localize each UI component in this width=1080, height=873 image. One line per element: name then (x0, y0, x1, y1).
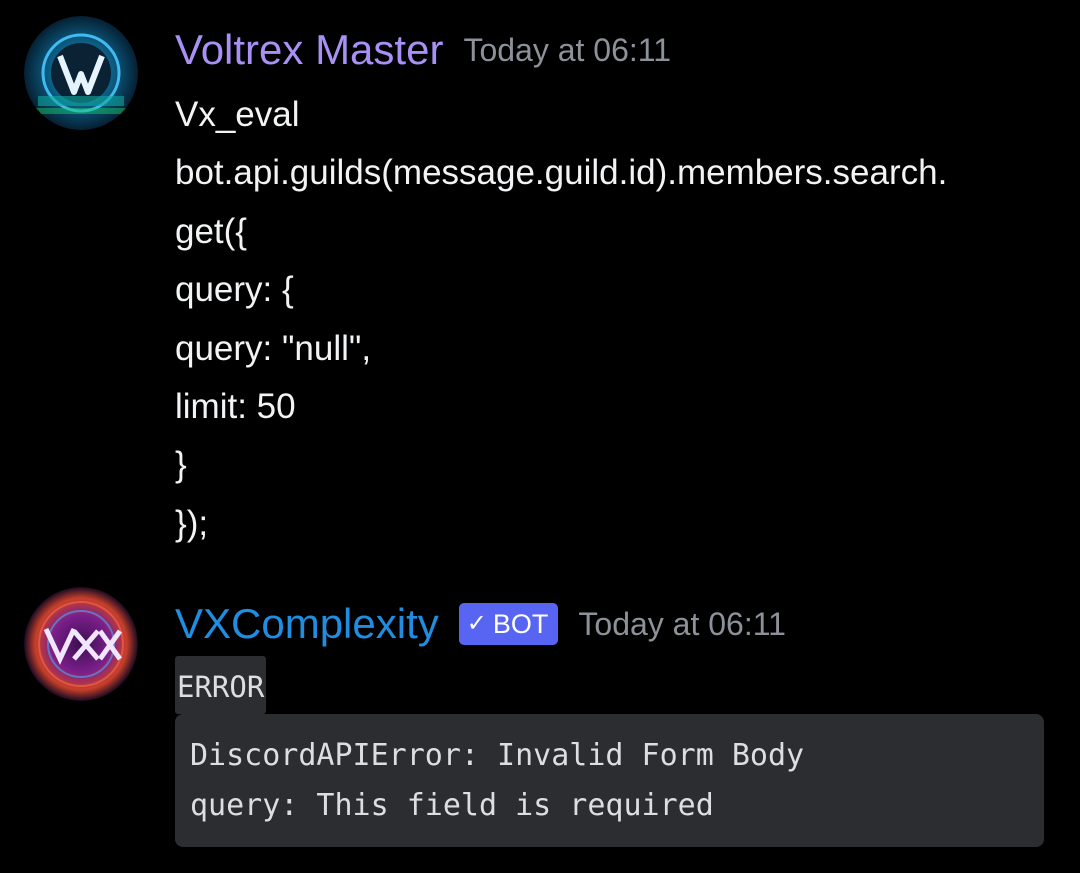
timestamp: Today at 06:11 (463, 32, 671, 68)
code-line: DiscordAPIError: Invalid Form Body (190, 738, 805, 773)
bot-tag: ✓ BOT (458, 603, 559, 645)
timestamp: Today at 06:11 (578, 606, 786, 642)
username[interactable]: VXComplexity (175, 598, 439, 650)
message-line: } (175, 445, 187, 485)
message-line: Vx_eval (175, 95, 300, 134)
message-line: limit: 50 (175, 387, 296, 427)
code-block: DiscordAPIError: Invalid Form Body query… (175, 714, 1044, 847)
message-content: Vx_eval bot.api.guilds(message.guild.id)… (175, 86, 1055, 553)
voltrex-avatar-icon[interactable] (24, 16, 138, 130)
vxcomplexity-avatar-icon[interactable] (24, 587, 138, 701)
verified-check-icon: ✓ (466, 610, 487, 637)
username[interactable]: Voltrex Master (175, 24, 443, 76)
message-line: bot.api.guilds(message.guild.id).members… (175, 153, 948, 193)
message-line: get({ (175, 211, 247, 251)
code-line: query: This field is required (190, 788, 714, 823)
bot-tag-label: BOT (492, 609, 549, 639)
message-line: query: "null", (175, 328, 372, 368)
message-header: VXComplexity ✓ BOT Today at 06:11 (175, 598, 786, 650)
message-header: Voltrex Master Today at 06:11 (175, 24, 671, 76)
message-line: query: { (175, 270, 294, 310)
inline-code: ERROR (175, 656, 267, 714)
message-line: }); (175, 503, 209, 543)
